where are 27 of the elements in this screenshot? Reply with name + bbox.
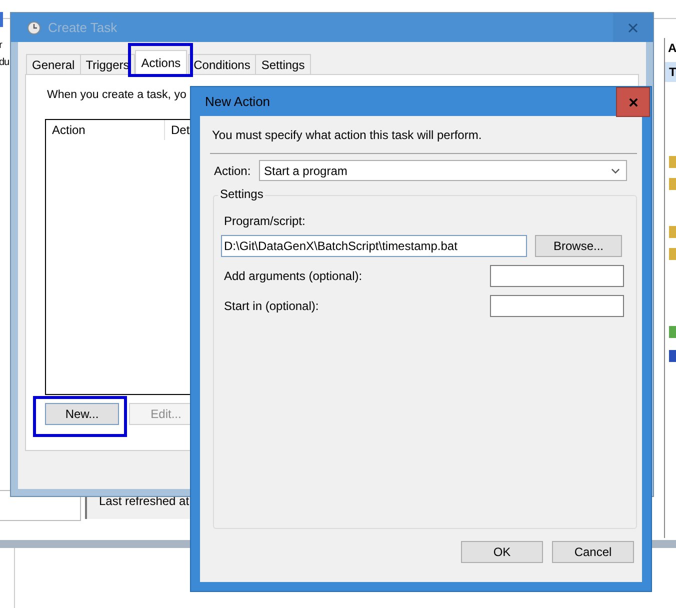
dialog-button[interactable]: Cancel [552, 541, 634, 563]
chevron-down-icon [611, 168, 620, 174]
close-icon [628, 22, 638, 32]
input-field[interactable] [490, 265, 624, 287]
action-button[interactable]: New... [45, 403, 119, 425]
browse-button[interactable]: Browse... [535, 235, 622, 257]
column-header[interactable]: Action [46, 120, 165, 140]
tab[interactable]: Conditions [188, 54, 256, 74]
action-dropdown[interactable]: Start a program [259, 160, 627, 181]
clock-icon [27, 20, 41, 34]
tab[interactable]: General [26, 54, 81, 74]
panel-text: r [0, 40, 2, 52]
dialog-title: New Action [205, 94, 270, 109]
toolbar-icon[interactable] [0, 12, 3, 27]
window-title: Create Task [48, 20, 118, 35]
tab[interactable]: Settings [255, 54, 311, 74]
input-field[interactable] [490, 295, 624, 317]
close-button[interactable] [616, 87, 650, 117]
close-icon [628, 98, 638, 106]
group-label: Settings [218, 187, 266, 201]
dialog-button[interactable]: OK [461, 541, 543, 563]
pane-item[interactable]: T [665, 62, 676, 82]
program-field[interactable]: D:\Git\DataGenX\BatchScript\timestamp.bat [221, 235, 527, 257]
tab[interactable]: Triggers [80, 54, 136, 74]
tab[interactable]: Actions [135, 50, 187, 74]
description-text: When you create a task, yo [47, 89, 186, 101]
pane-header: A [668, 41, 676, 55]
